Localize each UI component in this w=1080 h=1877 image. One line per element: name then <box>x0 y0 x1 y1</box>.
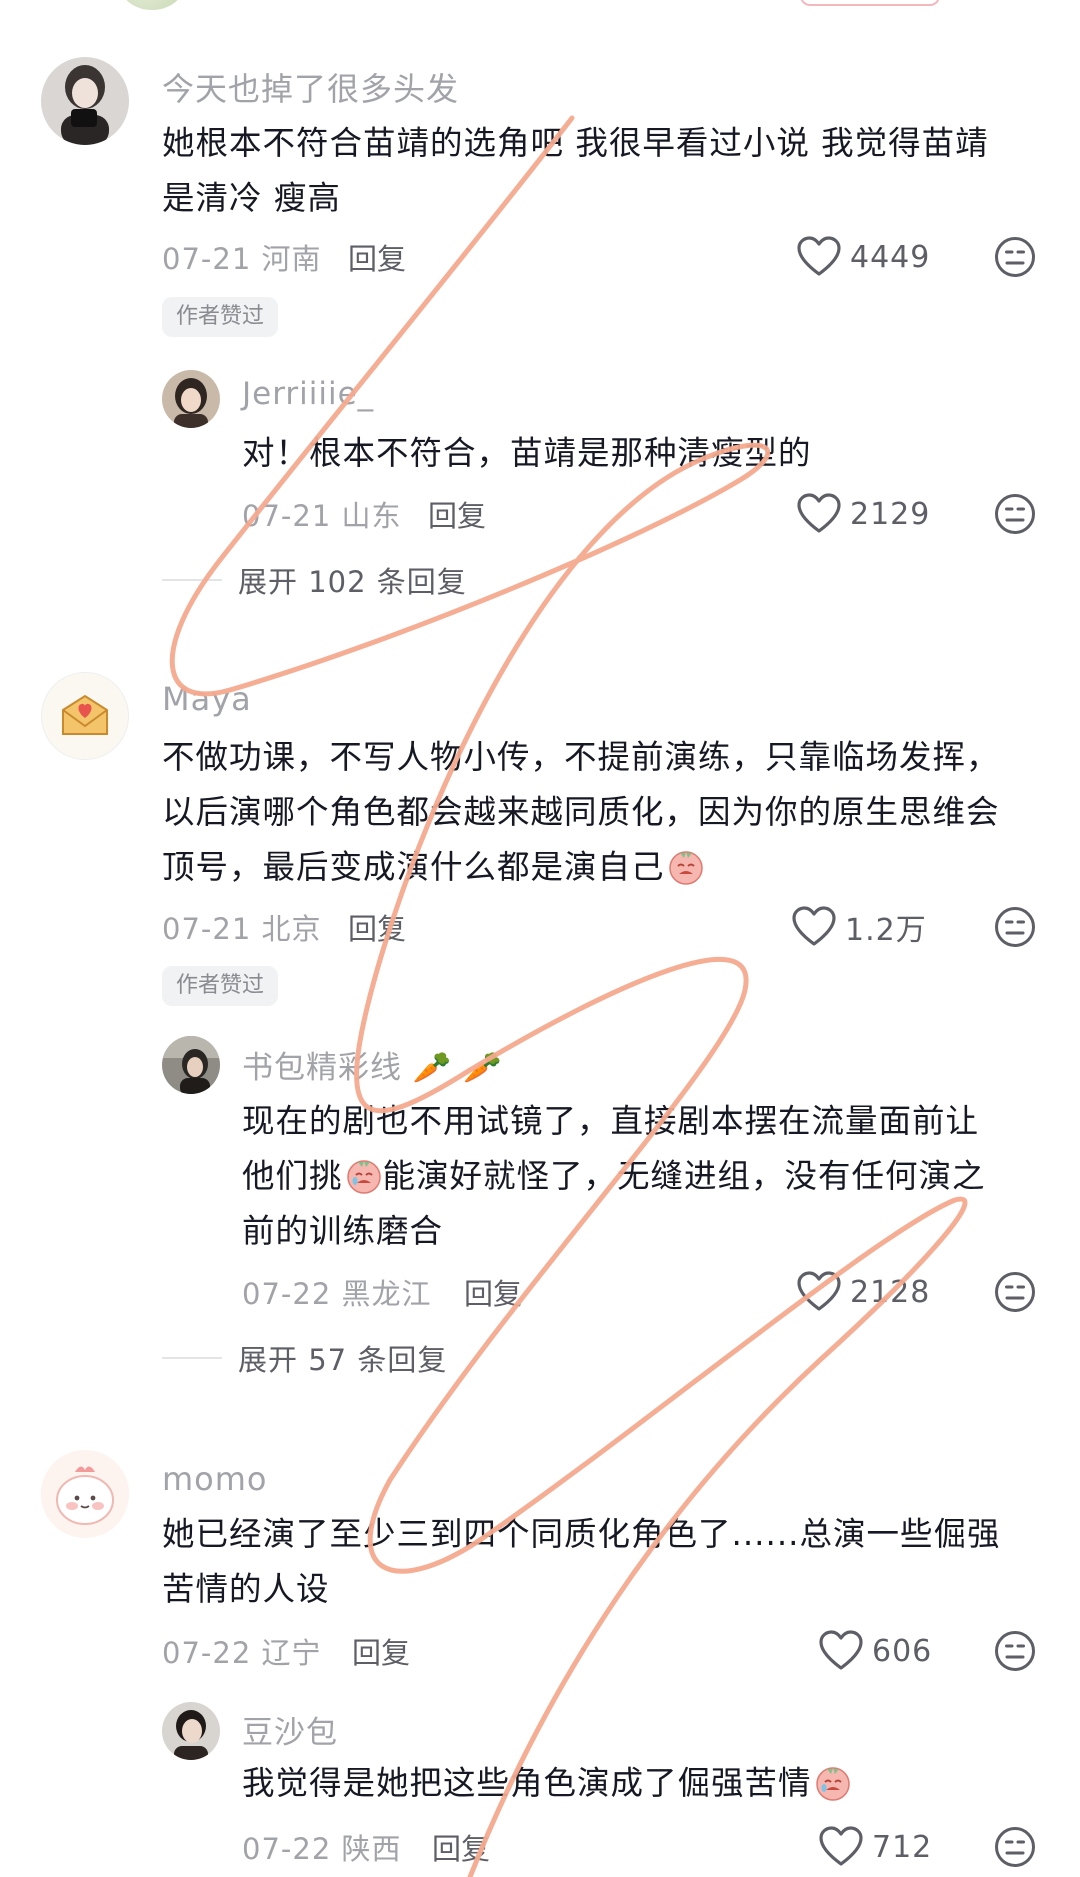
crying-face-emoji <box>815 1767 850 1801</box>
heart-icon <box>797 236 841 276</box>
username[interactable]: Jerriiiie_ <box>242 376 374 412</box>
author-liked-badge: 作者赞过 <box>162 966 279 1006</box>
dislike-face-icon[interactable] <box>994 1826 1036 1868</box>
like-button[interactable]: 4449 <box>796 232 930 282</box>
username-text: 书包精彩线 <box>242 1050 402 1086</box>
comment-text: 她根本不符合苗靖的选角吧 我很早看过小说 我觉得苗靖 是清冷 瘦高 <box>162 116 1042 226</box>
avatar[interactable] <box>41 1450 129 1538</box>
reply-location: 黑龙江 <box>341 1277 432 1311</box>
follow-button-edge <box>800 0 940 6</box>
reply-button[interactable]: 回复 <box>348 906 406 948</box>
expand-replies-label: 展开 102 条回复 <box>238 565 467 599</box>
comment-text-line: 以后演哪个角色都会越来越同质化，因为你的原生思维会 <box>162 793 1000 831</box>
reply-text-line: 他们挑 能演好就怪了，无缝进组，没有任何演之 <box>242 1149 1042 1204</box>
like-button[interactable]: 2129 <box>796 489 930 539</box>
like-count: 4449 <box>850 239 931 275</box>
reply-meta: 07-21 山东 <box>242 493 402 535</box>
author-liked-badge: 作者赞过 <box>162 297 279 337</box>
reply-text-segment: 我觉得是她把这些角色演成了倔强苦情 <box>242 1764 812 1802</box>
reply-button[interactable]: 回复 <box>352 1630 410 1672</box>
avatar[interactable] <box>41 57 129 145</box>
comment-text: 她已经演了至少三到四个同质化角色了......总演一些倔强 苦情的人设 <box>162 1507 1042 1617</box>
expand-replies-label: 展开 57 条回复 <box>238 1343 448 1377</box>
divider <box>162 1357 222 1359</box>
heart-icon <box>819 1630 863 1670</box>
comment-location: 北京 <box>261 912 322 946</box>
like-button[interactable]: 606 <box>818 1626 932 1676</box>
like-button[interactable]: 1.2万 <box>791 902 927 952</box>
like-button[interactable]: 712 <box>818 1822 932 1872</box>
reply-date: 07-22 <box>242 1832 332 1866</box>
comment-text-line: 她根本不符合苗靖的选角吧 我很早看过小说 我觉得苗靖 <box>162 124 989 162</box>
avatar <box>120 0 184 10</box>
carrot-emoji: 🥕 🥕 <box>412 1050 503 1086</box>
reply-button[interactable]: 回复 <box>464 1271 522 1313</box>
expand-replies-button[interactable]: 展开 57 条回复 <box>162 1338 447 1378</box>
reply-text-line: 现在的剧也不用试镜了，直接剧本摆在流量面前让 <box>242 1102 980 1140</box>
crying-face-emoji <box>668 851 703 885</box>
reply-meta: 07-22 陕西 <box>242 1826 402 1868</box>
reply-button[interactable]: 回复 <box>348 236 406 278</box>
heart-icon <box>792 906 836 946</box>
reply-location: 山东 <box>341 499 402 533</box>
divider <box>162 579 222 581</box>
comment-meta: 07-22 辽宁 <box>162 1630 322 1672</box>
reply-text: 现在的剧也不用试镜了，直接剧本摆在流量面前让 他们挑 能演好就怪了，无缝进组，没有… <box>242 1094 1042 1259</box>
reply-text-line: 我觉得是她把这些角色演成了倔强苦情 <box>242 1756 1042 1811</box>
like-count: 2128 <box>850 1274 931 1310</box>
reply-button[interactable]: 回复 <box>428 493 486 535</box>
reply-text-segment: 他们挑 <box>242 1157 343 1195</box>
username[interactable]: 书包精彩线 🥕 🥕 <box>242 1042 503 1087</box>
comment-date: 07-22 <box>162 1636 252 1670</box>
comment-meta: 07-21 河南 <box>162 236 322 278</box>
reply-location: 陕西 <box>341 1832 402 1866</box>
dislike-face-icon[interactable] <box>994 906 1036 948</box>
comment-text-line: 顶号，最后变成演什么都是演自己 <box>162 840 1042 895</box>
like-count: 712 <box>872 1829 933 1865</box>
comment-date: 07-21 <box>162 242 252 276</box>
comment-date: 07-21 <box>162 912 252 946</box>
username[interactable]: 豆沙包 <box>242 1707 338 1752</box>
comment-text: 不做功课，不写人物小传，不提前演练，只靠临场发挥， 以后演哪个角色都会越来越同质… <box>162 730 1042 895</box>
previous-comment-edge <box>0 0 1080 12</box>
username[interactable]: momo <box>162 1460 268 1498</box>
dislike-face-icon[interactable] <box>994 1271 1036 1313</box>
reply-text-line: 对！根本不符合，苗靖是那种清瘦型的 <box>242 434 812 472</box>
reply-date: 07-22 <box>242 1277 332 1311</box>
username[interactable]: Maya <box>162 680 252 718</box>
username[interactable]: 今天也掉了很多头发 <box>162 64 459 110</box>
reply-button[interactable]: 回复 <box>432 1826 490 1868</box>
dislike-face-icon[interactable] <box>994 236 1036 278</box>
comment-text-line: 不做功课，不写人物小传，不提前演练，只靠临场发挥， <box>162 738 1000 776</box>
reply-text-line: 前的训练磨合 <box>242 1212 444 1250</box>
envelope-heart-icon <box>42 673 128 759</box>
comment-meta: 07-21 北京 <box>162 906 322 948</box>
expand-replies-button[interactable]: 展开 102 条回复 <box>162 560 467 600</box>
heart-icon <box>819 1826 863 1866</box>
crying-face-emoji <box>346 1160 381 1194</box>
comment-location: 河南 <box>261 242 322 276</box>
comment-text-segment: 顶号，最后变成演什么都是演自己 <box>162 848 665 886</box>
comment-text-line: 苦情的人设 <box>162 1570 330 1608</box>
dislike-face-icon[interactable] <box>994 493 1036 535</box>
reply-meta: 07-22 黑龙江 <box>242 1271 432 1313</box>
avatar[interactable] <box>162 370 220 428</box>
comment-location: 辽宁 <box>261 1636 322 1670</box>
avatar[interactable] <box>162 1036 220 1094</box>
like-button[interactable]: 2128 <box>796 1267 930 1317</box>
avatar[interactable] <box>162 1702 220 1760</box>
like-count: 2129 <box>850 496 931 532</box>
reply-text: 我觉得是她把这些角色演成了倔强苦情 <box>242 1756 1042 1811</box>
reply-text-segment: 能演好就怪了，无缝进组，没有任何演之 <box>382 1157 986 1195</box>
like-count: 606 <box>872 1633 933 1669</box>
dislike-face-icon[interactable] <box>994 1630 1036 1672</box>
comment-text-line: 她已经演了至少三到四个同质化角色了......总演一些倔强 <box>162 1515 1001 1553</box>
reply-date: 07-21 <box>242 499 332 533</box>
comment-text-line: 是清冷 瘦高 <box>162 179 341 217</box>
avatar[interactable] <box>41 672 129 760</box>
heart-icon <box>797 493 841 533</box>
heart-icon <box>797 1271 841 1311</box>
like-count: 1.2万 <box>845 913 927 948</box>
reply-text: 对！根本不符合，苗靖是那种清瘦型的 <box>242 426 1042 481</box>
